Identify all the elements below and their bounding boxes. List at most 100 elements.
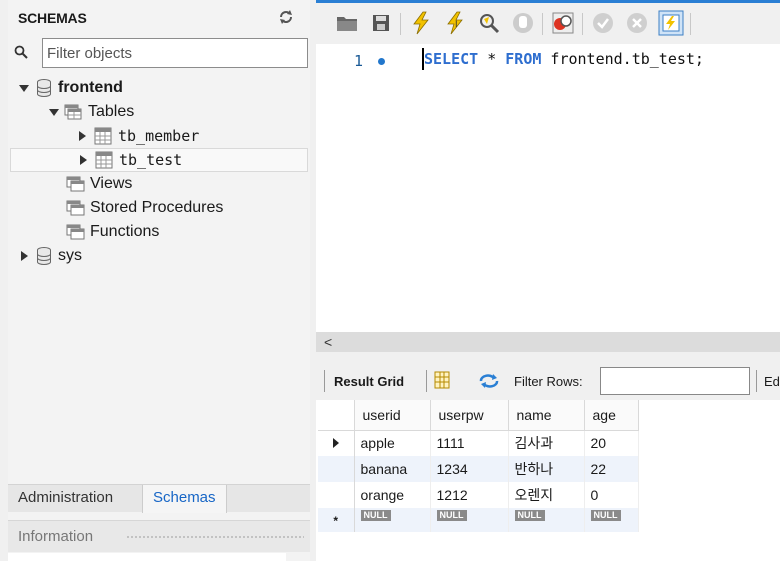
collapse-arrow-icon[interactable]: [18, 250, 30, 262]
table-cell[interactable]: 오렌지: [508, 482, 585, 508]
table-icon: [95, 151, 113, 169]
svg-text:I: I: [455, 19, 458, 29]
sql-keyword: FROM: [505, 50, 542, 68]
null-badge: NULL: [590, 510, 621, 521]
tables-folder-icon: [64, 104, 82, 120]
toolbar-separator: [690, 13, 691, 35]
row-indicator[interactable]: [318, 430, 355, 456]
save-icon[interactable]: [368, 10, 394, 36]
toolbar-separator: [400, 13, 401, 35]
schema-label: sys: [58, 247, 82, 264]
commit-icon[interactable]: [590, 10, 616, 36]
table-cell[interactable]: 1111: [430, 430, 509, 456]
search-icon: [14, 45, 28, 59]
table-cell[interactable]: 1234: [430, 456, 509, 482]
functions-label: Functions: [90, 223, 160, 240]
toolbar-separator: [756, 370, 757, 392]
information-panel-header[interactable]: Information: [8, 520, 310, 552]
collapse-arrow-icon[interactable]: [77, 154, 89, 166]
table-cell[interactable]: 22: [584, 456, 639, 482]
autocommit-toggle-icon[interactable]: [658, 10, 684, 36]
sql-statement[interactable]: SELECT * FROM frontend.tb_test;: [424, 50, 704, 68]
schema-navigator: SCHEMAS frontend: [0, 0, 316, 561]
information-label: Information: [18, 528, 94, 545]
table-cell[interactable]: banana: [354, 456, 431, 482]
row-indicator[interactable]: [318, 482, 355, 508]
toolbar-separator: [542, 13, 543, 35]
sql-keyword: SELECT: [424, 50, 479, 68]
tree-item-tables[interactable]: Tables: [48, 100, 134, 124]
stop-icon[interactable]: [510, 10, 536, 36]
table-cell[interactable]: orange: [354, 482, 431, 508]
row-indicator-header: [318, 400, 355, 431]
table-label: tb_test: [119, 151, 183, 169]
tree-item-views[interactable]: Views: [66, 172, 132, 196]
table-cell[interactable]: apple: [354, 430, 431, 456]
refresh-results-icon[interactable]: [478, 373, 500, 389]
tab-schemas[interactable]: Schemas: [142, 485, 227, 513]
execute-icon[interactable]: [408, 10, 434, 36]
table-cell[interactable]: 반하나: [508, 456, 585, 482]
schemas-title: SCHEMAS: [18, 10, 87, 26]
sql-editor-toolbar: I: [316, 0, 780, 44]
functions-folder-icon: [66, 224, 85, 240]
grid-view-icon[interactable]: [434, 371, 450, 389]
table-cell[interactable]: 0: [584, 482, 639, 508]
row-indicator[interactable]: *: [318, 508, 355, 532]
tree-item-sys[interactable]: sys: [18, 244, 82, 268]
drag-handle[interactable]: [126, 535, 304, 539]
filter-bar: [8, 38, 310, 68]
table-cell[interactable]: NULL: [354, 508, 431, 532]
table-cell[interactable]: NULL: [430, 508, 509, 532]
table-cell[interactable]: NULL: [508, 508, 585, 532]
information-panel-body: [8, 553, 286, 561]
statement-marker-icon: [378, 58, 385, 65]
table-row[interactable]: apple 1111 김사과 20: [318, 430, 639, 456]
filter-objects-input[interactable]: [42, 38, 308, 68]
toolbar-separator: [582, 13, 583, 35]
edit-label[interactable]: Ed: [764, 374, 780, 389]
scroll-left-arrow[interactable]: <: [324, 334, 332, 350]
column-header[interactable]: name: [508, 400, 585, 431]
horizontal-scrollbar[interactable]: <: [316, 332, 780, 352]
table-row[interactable]: banana 1234 반하나 22: [318, 456, 639, 482]
column-header[interactable]: age: [584, 400, 639, 431]
null-badge: NULL: [436, 510, 467, 521]
expand-arrow-icon[interactable]: [48, 106, 60, 118]
tables-label: Tables: [88, 103, 135, 120]
views-folder-icon: [66, 176, 85, 192]
stop-on-error-icon[interactable]: [550, 10, 576, 36]
result-grid[interactable]: userid userpw name age apple 1111 김사과 20…: [316, 400, 780, 561]
row-indicator[interactable]: [318, 456, 355, 482]
table-row[interactable]: orange 1212 오렌지 0: [318, 482, 639, 508]
expand-arrow-icon[interactable]: [18, 82, 30, 94]
execute-current-icon[interactable]: I: [442, 10, 468, 36]
toolbar-separator: [426, 370, 427, 392]
table-cell[interactable]: 20: [584, 430, 639, 456]
table-cell[interactable]: 김사과: [508, 430, 585, 456]
explain-icon[interactable]: [476, 10, 502, 36]
collapse-arrow-icon[interactable]: [76, 130, 88, 142]
refresh-icon[interactable]: [278, 9, 294, 25]
column-header[interactable]: userid: [354, 400, 431, 431]
result-table: userid userpw name age apple 1111 김사과 20…: [318, 400, 639, 532]
result-grid-button[interactable]: Result Grid: [334, 374, 404, 389]
sql-editor[interactable]: 1 SELECT * FROM frontend.tb_test;: [316, 44, 780, 332]
open-folder-icon[interactable]: [334, 10, 360, 36]
rollback-icon[interactable]: [624, 10, 650, 36]
tree-item-tb-test[interactable]: tb_test: [10, 148, 308, 172]
tree-item-frontend[interactable]: frontend: [18, 76, 123, 100]
column-header[interactable]: userpw: [430, 400, 509, 431]
table-cell[interactable]: 1212: [430, 482, 509, 508]
tree-item-functions[interactable]: Functions: [66, 220, 159, 244]
tree-item-tb-member[interactable]: tb_member: [76, 124, 199, 148]
table-cell[interactable]: NULL: [584, 508, 639, 532]
views-label: Views: [90, 175, 133, 192]
tab-administration[interactable]: Administration: [8, 485, 123, 513]
filter-rows-input[interactable]: [600, 367, 750, 395]
null-badge: NULL: [360, 510, 391, 521]
table-header-row: userid userpw name age: [318, 400, 639, 431]
database-icon: [37, 247, 51, 265]
tree-item-stored-procedures[interactable]: Stored Procedures: [66, 196, 223, 220]
new-row[interactable]: * NULL NULL NULL NULL: [318, 508, 639, 532]
